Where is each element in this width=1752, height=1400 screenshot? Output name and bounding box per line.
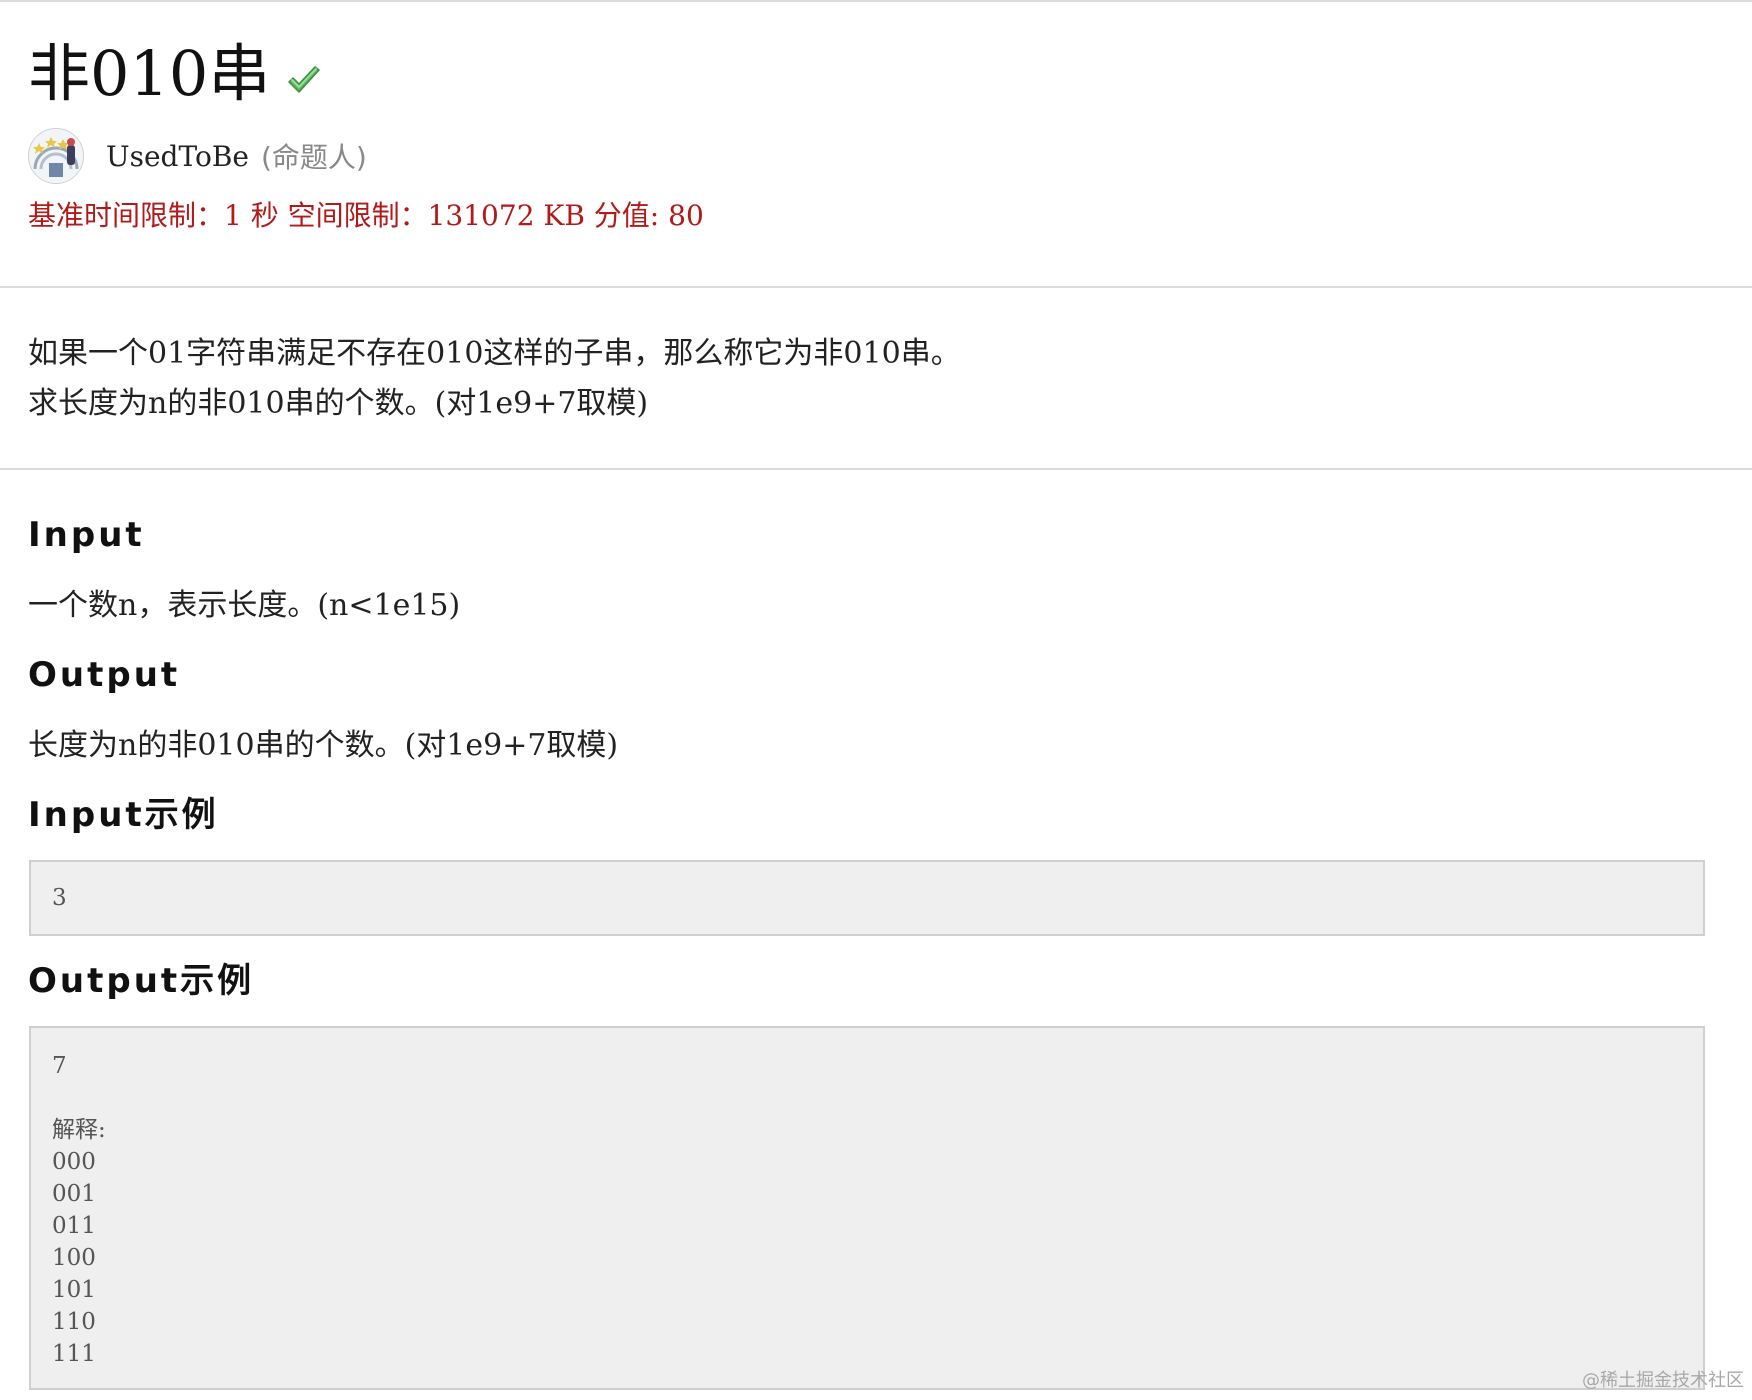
description-line-1: 如果一个01字符串满足不存在010这样的子串，那么称它为非010串。 xyxy=(28,336,961,371)
output-example-line: 解释: xyxy=(52,1117,106,1143)
output-example-box[interactable]: 7 解释: 000 001 011 100 101 110 111 xyxy=(29,1026,1705,1390)
input-text: 一个数n，表示长度。(n<1e15) xyxy=(28,588,461,623)
input-example-box[interactable]: 3 xyxy=(29,860,1705,936)
page-title: 非010串 xyxy=(28,37,271,110)
output-example-line: 110 xyxy=(52,1309,96,1335)
title-row: 非010串 xyxy=(28,34,322,114)
output-example-line: 001 xyxy=(52,1181,96,1207)
limits-text: 基准时间限制：1 秒 空间限制：131072 KB 分值: 80 xyxy=(28,199,704,232)
output-heading: Output xyxy=(28,655,181,695)
output-example-line: 000 xyxy=(52,1149,96,1175)
output-example-heading: Output示例 xyxy=(28,961,255,1001)
avatar[interactable] xyxy=(28,128,84,184)
output-text: 长度为n的非010串的个数。(对1e9+7取模) xyxy=(28,728,619,763)
output-example-line: 011 xyxy=(52,1213,96,1239)
input-heading: Input xyxy=(28,515,145,555)
problem-header: 非010串 UsedToBe (命题人) 基准时间限制：1 秒 空间限制：131… xyxy=(0,2,1752,288)
output-example-line: 111 xyxy=(52,1341,96,1367)
check-icon xyxy=(286,63,322,99)
author-role: (命题人) xyxy=(260,141,367,174)
input-example-heading: Input示例 xyxy=(28,795,219,835)
problem-description: 如果一个01字符串满足不存在010这样的子串，那么称它为非010串。 求长度为n… xyxy=(0,288,1752,470)
input-example-value: 3 xyxy=(52,885,67,911)
author-row: UsedToBe (命题人) xyxy=(28,128,367,184)
description-line-2: 求长度为n的非010串的个数。(对1e9+7取模) xyxy=(28,386,649,421)
output-example-line: 100 xyxy=(52,1245,96,1271)
watermark: @稀土掘金技术社区 xyxy=(1582,1370,1744,1391)
author-name[interactable]: UsedToBe xyxy=(106,140,249,173)
output-example-line: 7 xyxy=(52,1053,67,1079)
output-example-line: 101 xyxy=(52,1277,96,1303)
problem-page: 非010串 UsedToBe (命题人) 基准时间限制：1 秒 空间限制：131… xyxy=(0,0,1752,1400)
